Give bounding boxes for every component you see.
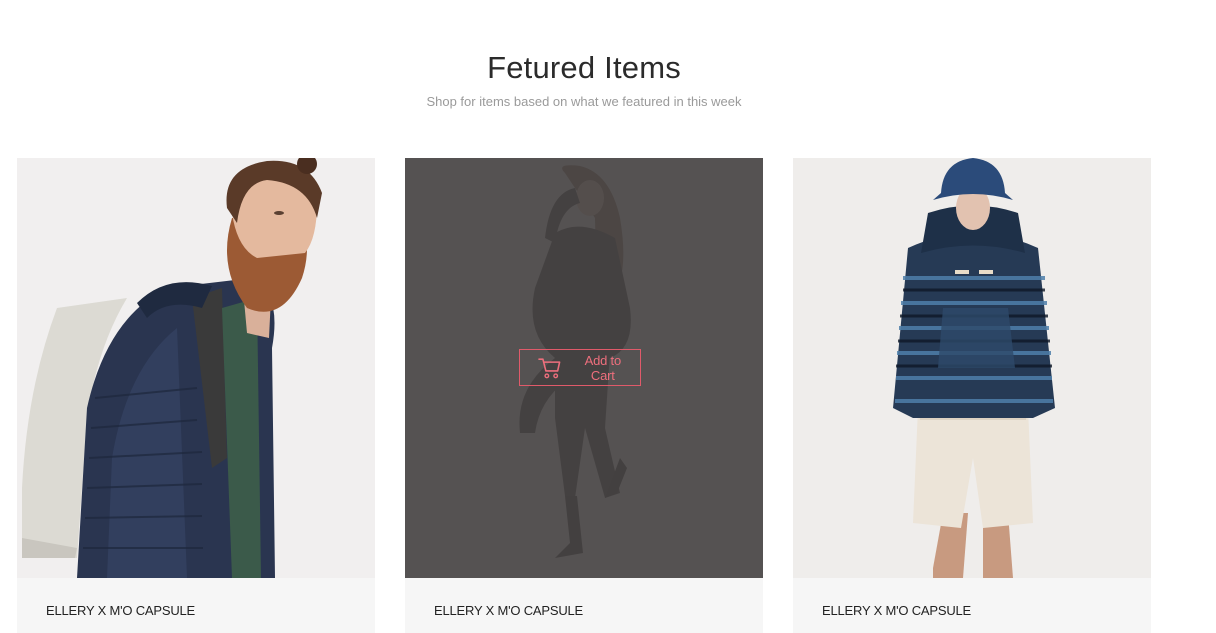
product-name[interactable]: ELLERY X M'O CAPSULE: [434, 603, 583, 618]
add-to-cart-label: Add to Cart: [584, 352, 622, 383]
product-card[interactable]: ELLERY X M'O CAPSULE: [17, 158, 375, 633]
product-footer: ELLERY X M'O CAPSULE: [405, 578, 763, 633]
product-name[interactable]: ELLERY X M'O CAPSULE: [46, 603, 195, 618]
product-footer: ELLERY X M'O CAPSULE: [793, 578, 1151, 633]
product-card[interactable]: Add to Cart ELLERY X M'O CAPSULE: [405, 158, 763, 633]
product-footer: ELLERY X M'O CAPSULE: [17, 578, 375, 633]
section-title: Fetured Items: [487, 50, 681, 85]
add-to-cart-button[interactable]: Add to Cart: [519, 349, 641, 386]
section-subtitle: Shop for items based on what we featured…: [426, 94, 742, 109]
product-name[interactable]: ELLERY X M'O CAPSULE: [822, 603, 971, 618]
product-image[interactable]: [17, 158, 375, 578]
product-photo-man-puffer: [17, 158, 375, 578]
product-image[interactable]: [793, 158, 1151, 578]
shopping-cart-icon: [538, 357, 561, 378]
product-image[interactable]: Add to Cart: [405, 158, 763, 578]
product-card[interactable]: ELLERY X M'O CAPSULE: [793, 158, 1151, 633]
product-photo-man-striped-hoodie: [793, 158, 1151, 578]
